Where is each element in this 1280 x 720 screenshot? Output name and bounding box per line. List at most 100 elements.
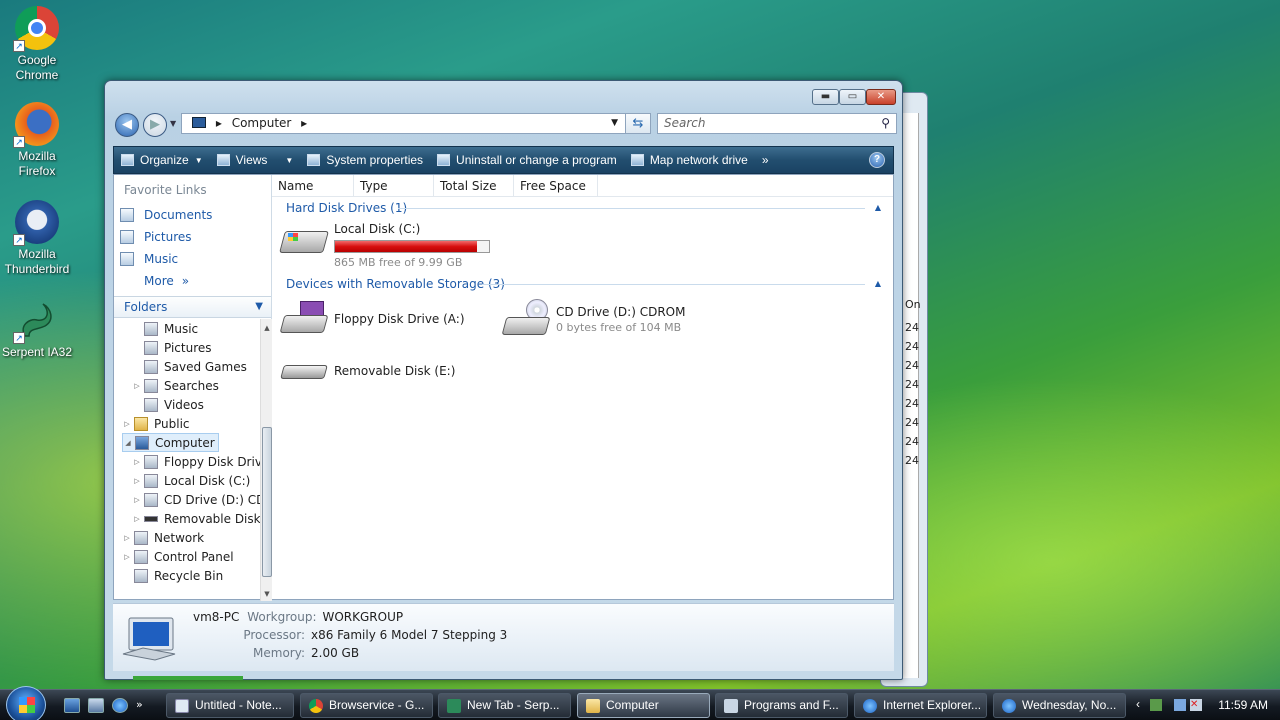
tree-item-network[interactable]: ▷ Network — [122, 528, 204, 547]
expand-arrow-icon[interactable]: ▷ — [132, 515, 142, 523]
column-header-free-space[interactable]: Free Space — [514, 175, 598, 197]
recent-pages-dropdown[interactable]: ▼ — [170, 119, 176, 128]
forward-button[interactable]: ▶ — [143, 113, 167, 137]
toolbar-overflow-button[interactable]: » — [755, 147, 776, 173]
maximize-button[interactable]: ▭ — [839, 89, 866, 105]
column-header-total-size[interactable]: Total Size — [434, 175, 514, 197]
task-label: Computer — [606, 698, 659, 712]
tree-label: CD Drive (D:) CD — [164, 492, 260, 507]
expand-arrow-icon[interactable]: ▷ — [132, 496, 142, 504]
drive-removable-e[interactable]: Removable Disk (E:) — [280, 351, 455, 391]
address-dropdown-icon[interactable]: ▼ — [611, 114, 618, 133]
address-bar[interactable]: ▸ Computer ▸ ▼ — [181, 113, 651, 134]
quick-launch-overflow[interactable]: » — [136, 698, 152, 713]
minimize-button[interactable]: ▬ — [812, 89, 839, 105]
system-properties-button[interactable]: System properties — [300, 147, 430, 173]
expand-arrow-icon[interactable]: ▷ — [132, 382, 142, 390]
tree-item-recycle-bin[interactable]: Recycle Bin — [122, 566, 223, 585]
column-header-name[interactable]: Name — [272, 175, 354, 197]
search-input[interactable]: Search ⚲ — [657, 113, 897, 134]
favorite-link-music[interactable]: Music — [120, 249, 178, 269]
favorite-link-documents[interactable]: Documents — [120, 205, 212, 225]
favorite-label: Music — [144, 252, 179, 266]
views-button[interactable]: Views ▼ — [210, 147, 301, 173]
group-header-removable[interactable]: Devices with Removable Storage (3) ▲ — [286, 275, 885, 293]
uninstall-program-button[interactable]: Uninstall or change a program — [430, 147, 624, 173]
floppy-drive-icon — [144, 454, 158, 469]
desktop-icon-label: Mozilla — [18, 149, 56, 163]
refresh-icon: ⇆ — [632, 116, 644, 131]
network-status-icon[interactable] — [1174, 699, 1186, 711]
organize-button[interactable]: Organize ▼ — [114, 147, 210, 173]
expand-arrow-icon[interactable]: ▷ — [122, 553, 132, 561]
videos-folder-icon — [144, 397, 158, 412]
favorite-link-more[interactable]: More » — [144, 271, 189, 291]
collapse-arrow-icon[interactable]: ◢ — [123, 439, 133, 447]
taskbar-item-computer[interactable]: Computer — [577, 693, 710, 718]
group-header-hard-disks[interactable]: Hard Disk Drives (1) ▲ — [286, 199, 885, 217]
taskbar-item-programs[interactable]: Programs and F... — [715, 693, 848, 718]
folder-tree-scrollbar[interactable]: ▲ ▼ — [260, 319, 272, 601]
explorer-window[interactable]: ▬ ▭ ✕ ◀ ▶ ▼ ▸ Computer ▸ ▼ ⇆ Search ⚲ Or… — [104, 80, 903, 680]
expand-arrow-icon[interactable]: ▷ — [132, 477, 142, 485]
drive-cd-d[interactable]: CD Drive (D:) CDROM 0 bytes free of 104 … — [501, 299, 685, 339]
tray-expand-icon[interactable]: ‹ — [1136, 697, 1140, 711]
chevron-down-icon: ▼ — [255, 301, 263, 312]
search-icon[interactable]: ⚲ — [881, 114, 890, 133]
desktop-icon-firefox[interactable]: ↗ Mozilla Firefox — [0, 102, 74, 179]
collapse-chevron-icon[interactable]: ▲ — [875, 275, 881, 293]
tree-item-removable[interactable]: ▷ Removable Disk — [132, 509, 260, 528]
clock[interactable]: 11:59 AM — [1218, 698, 1268, 712]
tree-label: Network — [154, 530, 205, 545]
internet-explorer-icon[interactable] — [112, 698, 128, 713]
show-desktop-icon[interactable] — [64, 698, 80, 713]
tree-item-music[interactable]: Music — [132, 319, 198, 338]
drive-floppy-a[interactable]: Floppy Disk Drive (A:) — [279, 299, 465, 339]
collapse-chevron-icon[interactable]: ▲ — [875, 199, 881, 217]
expand-arrow-icon[interactable]: ▷ — [132, 458, 142, 466]
map-network-drive-button[interactable]: Map network drive — [624, 147, 755, 173]
recycle-bin-icon — [134, 568, 148, 583]
group-title: Hard Disk Drives (1) — [286, 201, 408, 215]
group-divider — [482, 284, 865, 285]
taskbar-item-new-tab[interactable]: New Tab - Serp... — [438, 693, 571, 718]
expand-arrow-icon[interactable]: ▷ — [122, 534, 132, 542]
desktop-icon-label: Firefox — [18, 164, 56, 178]
drive-local-disk-c[interactable]: Local Disk (C:) 865 MB free of 9.99 GB — [279, 221, 490, 270]
column-header-type[interactable]: Type — [354, 175, 434, 197]
tree-item-floppy[interactable]: ▷ Floppy Disk Drive — [132, 452, 260, 471]
memory-row: Memory: 2.00 GB — [193, 644, 359, 662]
start-button[interactable] — [6, 686, 46, 720]
group-divider — [398, 208, 865, 209]
tree-item-public[interactable]: ▷ Public — [122, 414, 190, 433]
scrollbar-thumb[interactable] — [262, 427, 272, 577]
close-button[interactable]: ✕ — [866, 89, 896, 105]
switch-windows-icon[interactable] — [88, 698, 104, 713]
tree-item-videos[interactable]: Videos — [132, 395, 204, 414]
tree-item-cd-drive[interactable]: ▷ CD Drive (D:) CD — [132, 490, 260, 509]
desktop-icon-chrome[interactable]: ↗ Google Chrome — [0, 6, 74, 83]
back-button[interactable]: ◀ — [115, 113, 139, 137]
folders-header[interactable]: Folders ▼ — [114, 296, 271, 318]
taskbar-item-internet-explorer[interactable]: Internet Explorer... — [854, 693, 987, 718]
desktop-icon-thunderbird[interactable]: ↗ Mozilla Thunderbird — [0, 200, 74, 277]
volume-muted-icon[interactable]: ✕ — [1190, 699, 1202, 711]
refresh-button[interactable]: ⇆ — [625, 113, 651, 134]
tree-item-local-disk[interactable]: ▷ Local Disk (C:) — [132, 471, 250, 490]
taskbar-item-notepad[interactable]: Untitled - Note... — [166, 693, 294, 718]
safely-remove-icon[interactable] — [1150, 699, 1162, 711]
tree-item-pictures[interactable]: Pictures — [132, 338, 212, 357]
taskbar-item-wednesday[interactable]: Wednesday, No... — [993, 693, 1126, 718]
tree-item-searches[interactable]: ▷ Searches — [132, 376, 219, 395]
address-crumb-computer[interactable]: Computer — [232, 116, 292, 130]
help-icon[interactable]: ? — [869, 152, 885, 168]
tree-item-saved-games[interactable]: Saved Games — [132, 357, 247, 376]
tree-label: Computer — [155, 435, 215, 450]
desktop-icon-serpent[interactable]: ↗ Serpent IA32 — [0, 298, 74, 360]
tree-item-control-panel[interactable]: ▷ Control Panel — [122, 547, 234, 566]
favorite-link-pictures[interactable]: Pictures — [120, 227, 192, 247]
tree-label: Saved Games — [164, 359, 247, 374]
tree-item-computer[interactable]: ◢ Computer — [122, 433, 219, 452]
expand-arrow-icon[interactable]: ▷ — [122, 420, 132, 428]
taskbar-item-browservice[interactable]: Browservice - G... — [300, 693, 433, 718]
